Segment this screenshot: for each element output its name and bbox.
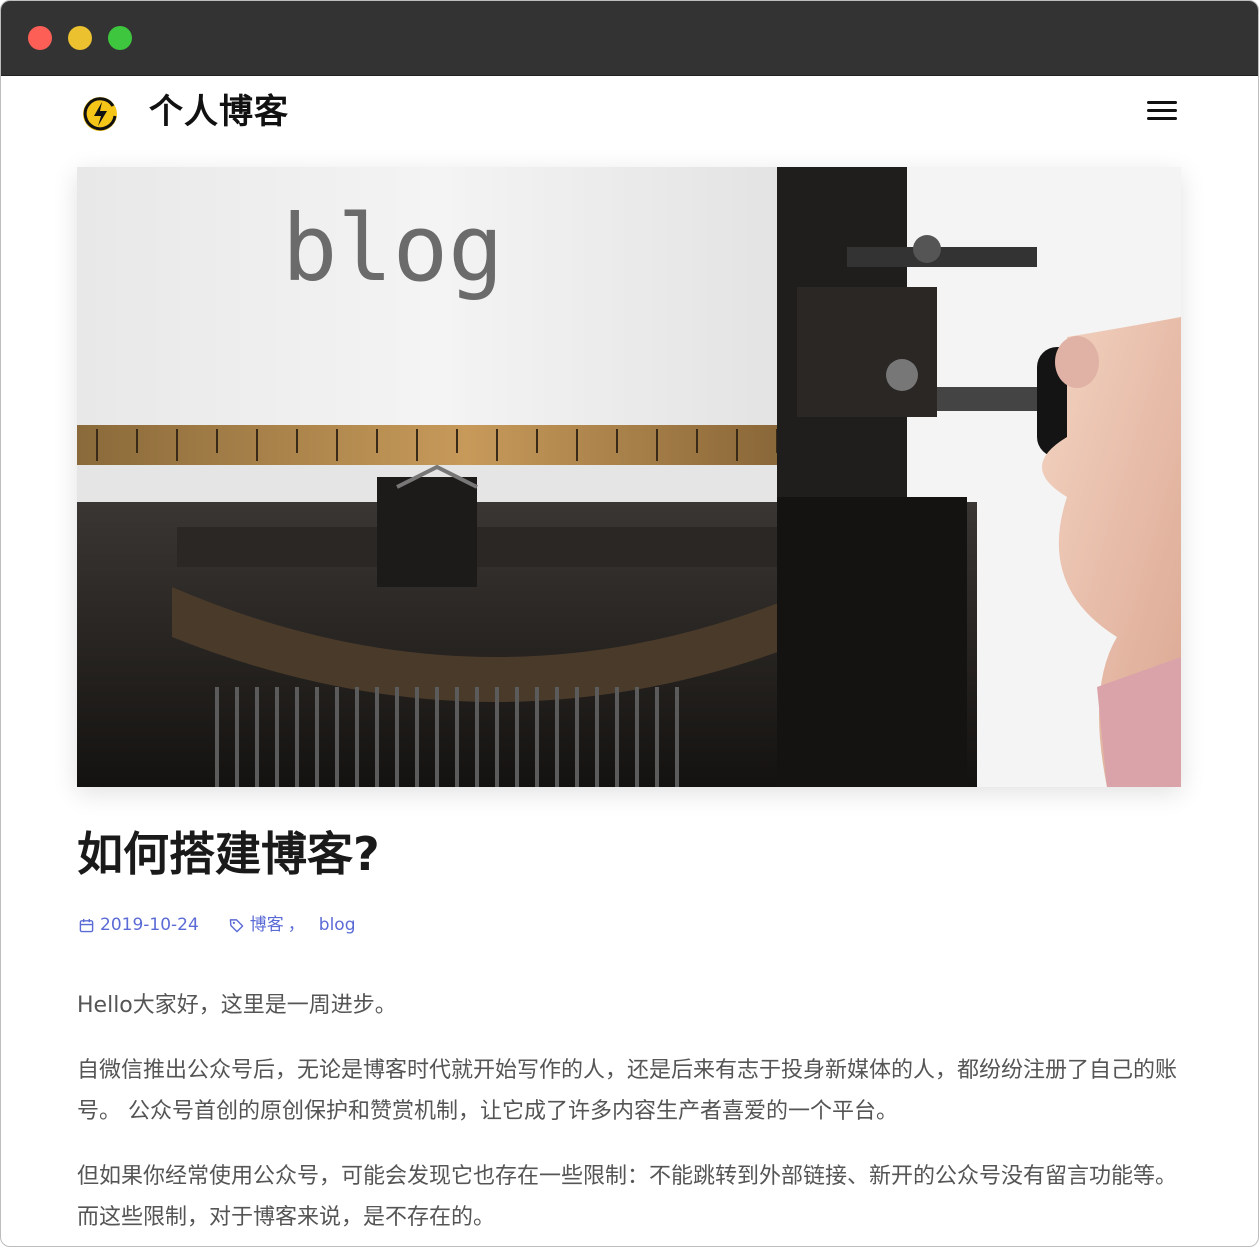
hamburger-menu-icon[interactable] [1147, 98, 1177, 126]
close-window-button[interactable] [28, 26, 52, 50]
post-paragraph: 但如果你经常使用公众号，可能会发现它也存在一些限制：不能跳转到外部链接、新开的公… [77, 1164, 1178, 1230]
minimize-window-button[interactable] [68, 26, 92, 50]
browser-window: 个人博客 blog 如何搭建博客? 2019-10-24 博客 ， blog H… [0, 0, 1259, 1247]
tag-link-blog[interactable]: blog [319, 913, 356, 937]
tag-link-boke[interactable]: 博客 [250, 913, 284, 937]
post-date: 2019-10-24 [100, 915, 199, 935]
tag-separator: ， [287, 915, 305, 935]
maximize-window-button[interactable] [108, 26, 132, 50]
post-paragraph: 自微信推出公众号后，无论是博客时代就开始写作的人，还是后来有志于投身新媒体的人，… [77, 1058, 1178, 1124]
lightning-logo-icon[interactable] [80, 92, 122, 134]
post-title: 如何搭建博客? [77, 827, 380, 881]
site-title[interactable]: 个人博客 [149, 89, 289, 135]
post-meta: 2019-10-24 博客 ， blog [79, 913, 356, 937]
hero-image: blog [77, 167, 1181, 787]
calendar-icon [79, 918, 94, 932]
site-navbar: 个人博客 [1, 77, 1258, 149]
tag-icon [229, 918, 244, 932]
window-titlebar [1, 1, 1258, 76]
post-paragraph: Hello大家好，这里是一周进步。 [77, 993, 397, 1018]
post-content: Hello大家好，这里是一周进步。 自微信推出公众号后，无论是博客时代就开始写作… [77, 985, 1185, 1246]
hero-blog-text: blog [282, 195, 504, 302]
